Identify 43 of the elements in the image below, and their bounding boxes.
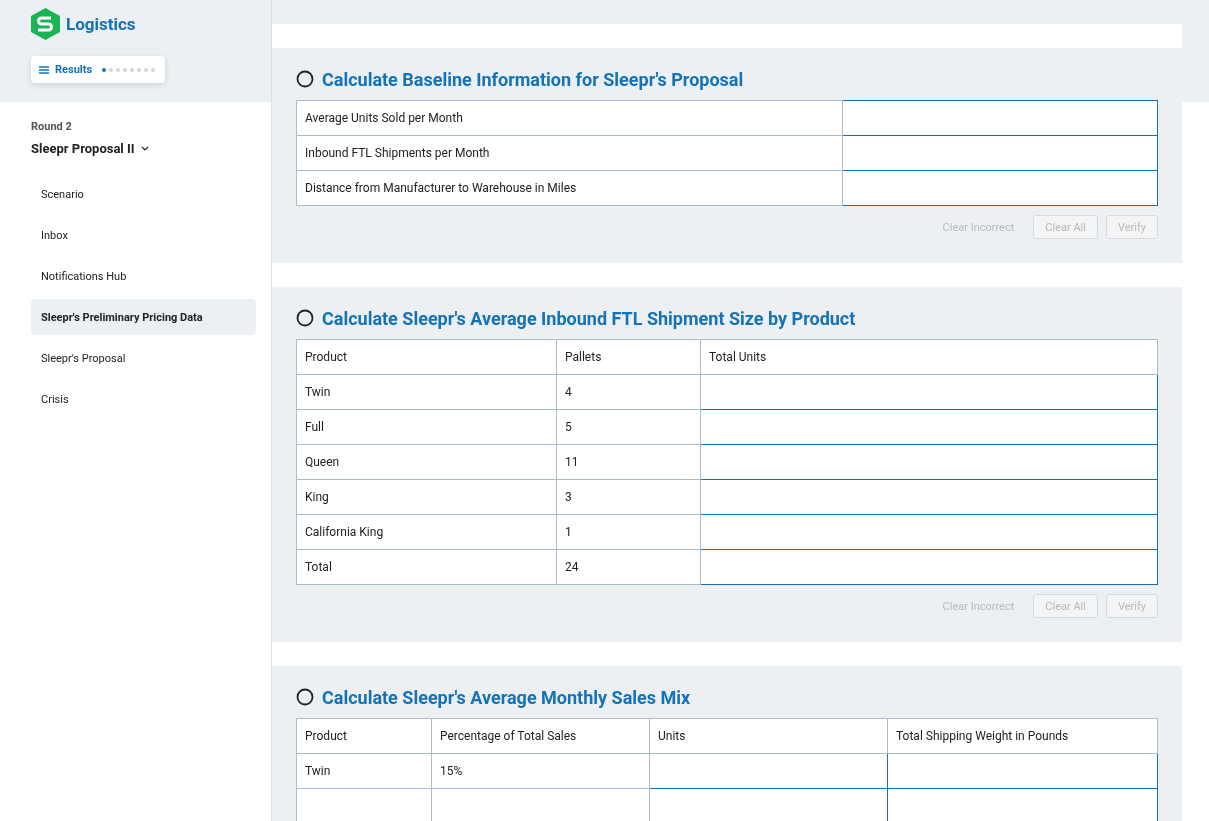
sidebar-item[interactable]: Inbox [31, 217, 256, 253]
status-circle-icon [296, 70, 314, 88]
menu-icon [39, 65, 49, 74]
table-cell: Inbound FTL Shipments per Month [296, 135, 843, 171]
table-cell: King [296, 479, 557, 515]
table-cell: Average Units Sold per Month [296, 100, 843, 136]
table-cell: 15% [431, 753, 650, 789]
column-header: Product [296, 339, 557, 375]
table-cell: 3 [556, 479, 701, 515]
status-circle-icon [296, 688, 314, 706]
sidebar-item[interactable]: Sleepr's Preliminary Pricing Data [31, 299, 256, 335]
column-header: Total Shipping Weight in Pounds [887, 718, 1158, 754]
table-cell: 5 [556, 409, 701, 445]
table-cell: 24 [556, 549, 701, 585]
column-header: Total Units [700, 339, 1158, 375]
table-cell: California King [296, 514, 557, 550]
table-cell: Distance from Manufacturer to Warehouse in Miles [296, 170, 843, 206]
table-cell: Total [296, 549, 557, 585]
table-cell: 1 [556, 514, 701, 550]
results-button[interactable]: Results [31, 56, 166, 83]
chevron-down-icon[interactable] [140, 146, 149, 151]
task-title: Calculate Baseline Information for Sleepr's Proposal [322, 68, 744, 90]
task-title: Calculate Sleepr's Average Monthly Sales Mix [322, 686, 691, 708]
sidebar-item[interactable]: Crisis [31, 381, 256, 417]
brand-name: Logistics [66, 14, 136, 34]
column-header: Pallets [556, 339, 701, 375]
task-title: Calculate Sleepr's Average Inbound FTL Shipment Size by Product [322, 307, 856, 329]
table-cell: Queen [296, 444, 557, 480]
table-cell: 11 [556, 444, 701, 480]
column-header: Product [296, 718, 432, 754]
column-header: Percentage of Total Sales [431, 718, 650, 754]
table-cell: Twin [296, 753, 432, 789]
table-cell: Full [296, 409, 557, 445]
table-cell: Twin [296, 374, 557, 410]
status-circle-icon [296, 309, 314, 327]
sidebar-item[interactable]: Notifications Hub [31, 258, 256, 294]
column-header: Units [649, 718, 888, 754]
project-title[interactable]: Sleepr Proposal II [31, 141, 135, 156]
logo-icon [31, 8, 60, 40]
table-cell: 4 [556, 374, 701, 410]
sidebar-item[interactable]: Sleepr's Proposal [31, 340, 256, 376]
sidebar-item[interactable]: Scenario [31, 176, 256, 212]
round-label: Round 2 [31, 120, 73, 133]
